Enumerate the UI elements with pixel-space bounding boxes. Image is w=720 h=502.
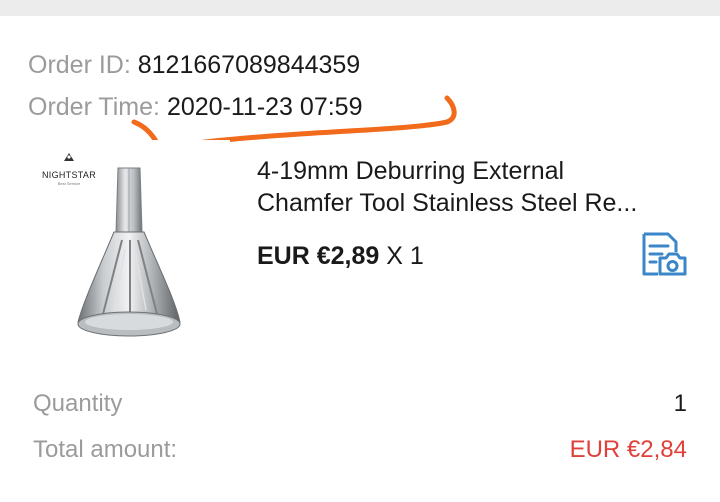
receipt-camera-icon [642,232,687,276]
order-time-label: Order Time: [28,93,160,121]
quantity-row: Quantity 1 [33,390,687,418]
quantity-label: Quantity [33,390,123,417]
receipt-photo-button[interactable] [638,230,688,278]
product-thumbnail[interactable]: NIGHTSTAR Best Service [30,140,230,350]
product-quantity: X 1 [386,242,424,270]
order-time-row: Order Time: 2020-11-23 07:59 [28,86,362,128]
product-price: EUR €2,89 [257,242,380,270]
order-time-value: 2020-11-23 07:59 [166,93,363,121]
order-id-value: 8121667089844359 [137,51,361,79]
total-amount-value: EUR €2,84 [569,436,687,463]
total-amount-label: Total amount: [33,436,178,463]
price-line: EUR €2,89 X 1 [257,242,424,271]
product-title-line-2: Chamfer Tool Stainless Steel Re... [257,189,638,217]
order-id-label: Order ID: [28,51,131,79]
order-id-row: Order ID: 8121667089844359 [28,44,362,86]
quantity-value: 1 [673,390,687,417]
top-divider-strip [0,0,720,16]
product-title-line-1: 4-19mm Deburring External [257,157,565,185]
deburring-tool-image [77,167,181,337]
order-meta: Order ID: 8121667089844359 Order Time: 2… [28,44,362,128]
total-amount-row: Total amount: EUR €2,84 [33,436,687,464]
product-title[interactable]: 4-19mm Deburring External Chamfer Tool S… [257,155,687,219]
